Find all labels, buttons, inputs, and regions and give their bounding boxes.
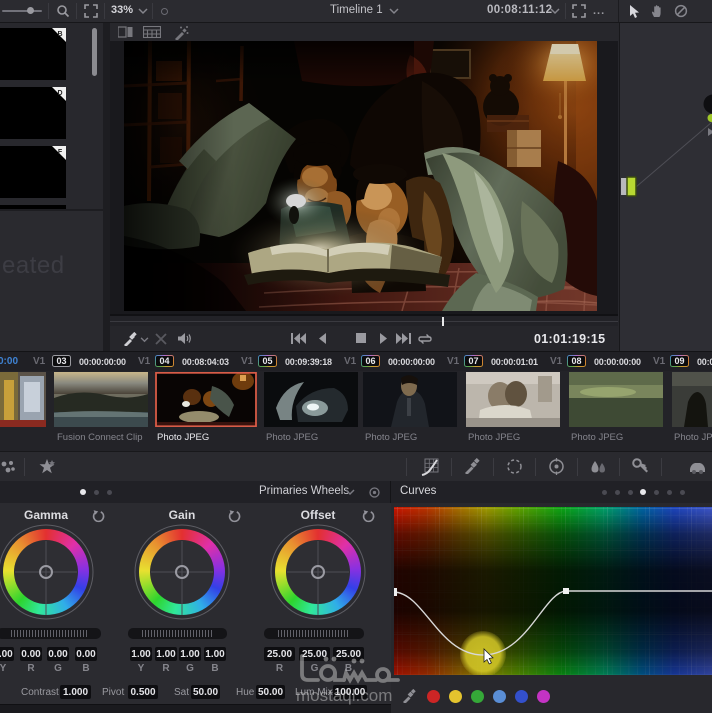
svg-text:F: F [58,149,63,156]
svg-text:mostaql.com: mostaql.com [296,686,392,705]
svg-text:B: B [57,31,62,38]
svg-text:D: D [57,90,62,97]
